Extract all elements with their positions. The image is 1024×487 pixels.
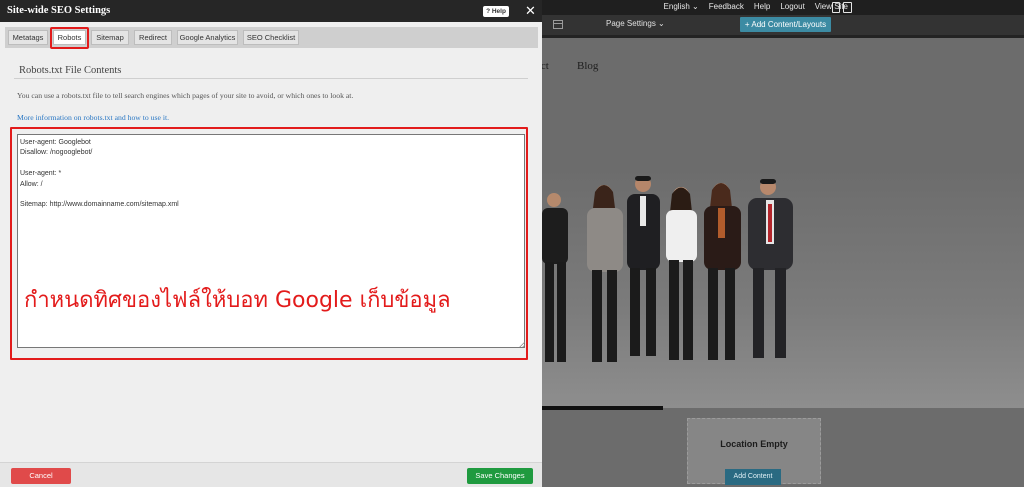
section-divider xyxy=(14,78,528,79)
section-title: Robots.txt File Contents xyxy=(19,65,122,76)
tab-redirect[interactable]: Redirect xyxy=(134,30,172,45)
editor-toolbar: Page Settings ⌄ + Add Content/Layouts xyxy=(542,15,1024,35)
language-label: English xyxy=(663,2,690,11)
nav-item-contact[interactable]: act xyxy=(542,60,549,72)
dialog-title: Site-wide SEO Settings xyxy=(7,5,111,16)
resize-grip-icon[interactable] xyxy=(519,341,525,347)
section-divider xyxy=(542,406,663,410)
help-link[interactable]: Help xyxy=(754,2,770,11)
page-settings-menu[interactable]: Page Settings ⌄ xyxy=(606,19,665,28)
tab-sitemap[interactable]: Sitemap xyxy=(91,30,129,45)
page-settings-label: Page Settings xyxy=(606,19,656,28)
robots-tab-highlight xyxy=(50,27,89,49)
desktop-view-icon[interactable] xyxy=(832,2,840,13)
feedback-link[interactable]: Feedback xyxy=(709,2,744,11)
mobile-view-icon[interactable] xyxy=(843,2,852,13)
close-icon[interactable]: ✕ xyxy=(525,3,536,18)
chevron-down-icon: ⌄ xyxy=(658,19,665,28)
seo-settings-dialog: Site-wide SEO Settings ? Help ✕ Metatags… xyxy=(0,0,542,487)
nav-item-blog[interactable]: Blog xyxy=(577,60,598,72)
location-empty-label: Location Empty xyxy=(720,439,788,449)
site-preview: act Blog Location Empty Add Content xyxy=(542,38,1024,487)
help-button[interactable]: ? Help xyxy=(483,6,509,17)
business-team-image xyxy=(542,176,793,362)
tab-metatags[interactable]: Metatags xyxy=(8,30,48,45)
robots-description: You can use a robots.txt file to tell se… xyxy=(17,91,354,100)
language-select[interactable]: English ⌄ xyxy=(664,2,699,11)
annotation-text: กำหนดทิศของไฟล์ให้บอท Google เก็บข้อมูล xyxy=(24,288,451,313)
cancel-button[interactable]: Cancel xyxy=(11,468,71,484)
logout-link[interactable]: Logout xyxy=(780,2,804,11)
tab-seo-checklist[interactable]: SEO Checklist xyxy=(243,30,299,45)
top-links: English ⌄ Feedback Help Logout View Site xyxy=(664,2,848,11)
dialog-header: Site-wide SEO Settings ? Help ✕ xyxy=(0,0,542,22)
save-changes-button[interactable]: Save Changes xyxy=(467,468,533,484)
add-content-layouts-button[interactable]: + Add Content/Layouts xyxy=(740,17,831,32)
chevron-down-icon: ⌄ xyxy=(692,2,699,11)
dialog-footer xyxy=(0,462,542,487)
empty-location-box: Location Empty Add Content xyxy=(687,418,821,485)
tab-google-analytics[interactable]: Google Analytics xyxy=(177,30,238,45)
layout-grid-icon[interactable] xyxy=(553,20,563,29)
add-content-button[interactable]: Add Content xyxy=(725,469,781,485)
robots-info-link[interactable]: More information on robots.txt and how t… xyxy=(17,113,169,122)
